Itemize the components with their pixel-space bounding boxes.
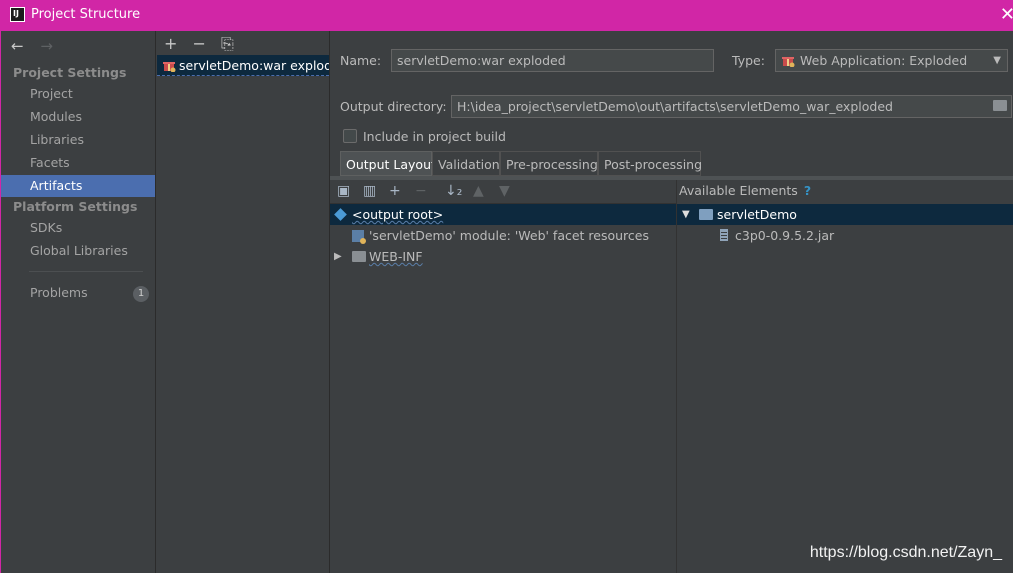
nav-arrows: ← → xyxy=(11,37,65,55)
type-dropdown[interactable]: Web Application: Exploded ▼ xyxy=(775,49,1008,72)
output-directory-value: H:\idea_project\servletDemo\out\artifact… xyxy=(457,99,893,114)
tree-row-label: WEB-INF xyxy=(369,249,423,264)
diamond-icon xyxy=(334,208,347,221)
module-icon xyxy=(352,230,366,244)
type-label: Type: xyxy=(732,53,765,68)
intellij-logo-icon: IJ xyxy=(10,7,25,22)
include-in-build-label: Include in project build xyxy=(363,129,506,144)
module-folder-icon xyxy=(699,209,713,220)
artifact-details-panel: Name: servletDemo:war exploded Type: Web… xyxy=(330,31,1013,573)
artifact-item-label: servletDemo:war exploded xyxy=(179,58,329,73)
remove-icon[interactable]: − xyxy=(415,183,427,199)
include-in-build-checkbox[interactable] xyxy=(343,129,357,143)
window-title: Project Structure xyxy=(31,7,141,22)
available-elements-tree: ▼ servletDemo c3p0-0.9.5.2.jar xyxy=(676,204,1013,573)
tab-validation[interactable]: Validation xyxy=(432,151,500,176)
available-row-jar[interactable]: c3p0-0.9.5.2.jar xyxy=(677,225,1013,246)
project-settings-header: Project Settings xyxy=(13,65,127,80)
folder-icon xyxy=(352,251,366,262)
tree-row-label: <output root> xyxy=(352,207,444,222)
artifacts-list-panel: + − ⎘ servletDemo:war exploded xyxy=(155,31,330,573)
problems-count-badge: 1 xyxy=(133,286,149,302)
artifacts-toolbar: + − ⎘ xyxy=(164,34,244,54)
output-directory-label: Output directory: xyxy=(340,99,447,114)
title-bar: IJ Project Structure ✕ xyxy=(0,0,1013,31)
settings-nav: ← → Project Settings Project Modules Lib… xyxy=(0,31,156,573)
available-elements-header: Available Elements? xyxy=(676,180,1013,204)
copy-artifact-icon[interactable]: ⎘ xyxy=(221,34,234,53)
nav-divider xyxy=(29,271,143,272)
move-up-icon[interactable]: ▲ xyxy=(473,183,484,199)
close-icon[interactable]: ✕ xyxy=(1000,4,1013,25)
nav-item-libraries[interactable]: Libraries xyxy=(1,129,156,151)
available-row-label: c3p0-0.9.5.2.jar xyxy=(735,228,835,243)
nav-item-project[interactable]: Project xyxy=(1,83,156,105)
chevron-down-icon: ▼ xyxy=(993,55,1001,66)
nav-item-global-libraries[interactable]: Global Libraries xyxy=(1,240,156,262)
war-gift-icon xyxy=(163,62,176,72)
move-down-icon[interactable]: ▼ xyxy=(499,183,510,199)
name-label: Name: xyxy=(340,53,382,68)
platform-settings-header: Platform Settings xyxy=(13,199,138,214)
help-icon[interactable]: ? xyxy=(804,183,811,198)
problems-label: Problems xyxy=(30,285,88,300)
expand-arrow-icon[interactable]: ▶ xyxy=(334,246,342,267)
new-directory-icon[interactable]: ▣ xyxy=(337,183,350,199)
back-arrow-icon[interactable]: ← xyxy=(11,37,24,55)
war-gift-icon xyxy=(782,57,795,67)
available-row-label: servletDemo xyxy=(717,207,797,222)
tab-post-processing[interactable]: Post-processing xyxy=(598,151,702,176)
name-field[interactable]: servletDemo:war exploded xyxy=(391,49,714,72)
output-layout-tree: <output root> 'servletDemo' module: 'Web… xyxy=(330,204,676,573)
sort-elements-icon[interactable]: ↓₂ xyxy=(445,183,462,199)
browse-folder-icon[interactable] xyxy=(993,100,1007,111)
nav-item-sdks[interactable]: SDKs xyxy=(1,217,156,239)
add-artifact-icon[interactable]: + xyxy=(164,34,177,53)
nav-item-artifacts[interactable]: Artifacts xyxy=(1,175,156,197)
tab-output-layout[interactable]: Output Layout xyxy=(340,151,436,176)
nav-item-facets[interactable]: Facets xyxy=(1,152,156,174)
nav-item-problems[interactable]: Problems 1 xyxy=(1,282,156,304)
forward-arrow-icon[interactable]: → xyxy=(40,37,53,55)
tree-row-facet-resources[interactable]: 'servletDemo' module: 'Web' facet resour… xyxy=(330,225,676,246)
available-row-servletdemo[interactable]: ▼ servletDemo xyxy=(677,204,1013,225)
available-elements-label: Available Elements xyxy=(679,183,798,198)
nav-item-modules[interactable]: Modules xyxy=(1,106,156,128)
remove-artifact-icon[interactable]: − xyxy=(193,34,206,53)
tree-row-label: 'servletDemo' module: 'Web' facet resour… xyxy=(369,228,649,243)
collapse-arrow-icon[interactable]: ▼ xyxy=(682,204,690,225)
jar-icon xyxy=(720,229,728,241)
output-layout-toolbar: ▣ ▥ + − ↓₂ ▲ ▼ xyxy=(330,180,676,204)
tab-pre-processing[interactable]: Pre-processing xyxy=(500,151,598,176)
add-copy-of-icon[interactable]: + xyxy=(389,183,401,199)
type-dropdown-value: Web Application: Exploded xyxy=(800,53,968,68)
new-archive-icon[interactable]: ▥ xyxy=(363,183,376,199)
artifact-item[interactable]: servletDemo:war exploded xyxy=(157,55,329,76)
output-directory-field[interactable]: H:\idea_project\servletDemo\out\artifact… xyxy=(451,95,1012,118)
watermark-text: https://blog.csdn.net/Zayn_ xyxy=(809,544,1002,561)
tree-row-output-root[interactable]: <output root> xyxy=(330,204,676,225)
tree-row-web-inf[interactable]: ▶ WEB-INF xyxy=(330,246,676,267)
